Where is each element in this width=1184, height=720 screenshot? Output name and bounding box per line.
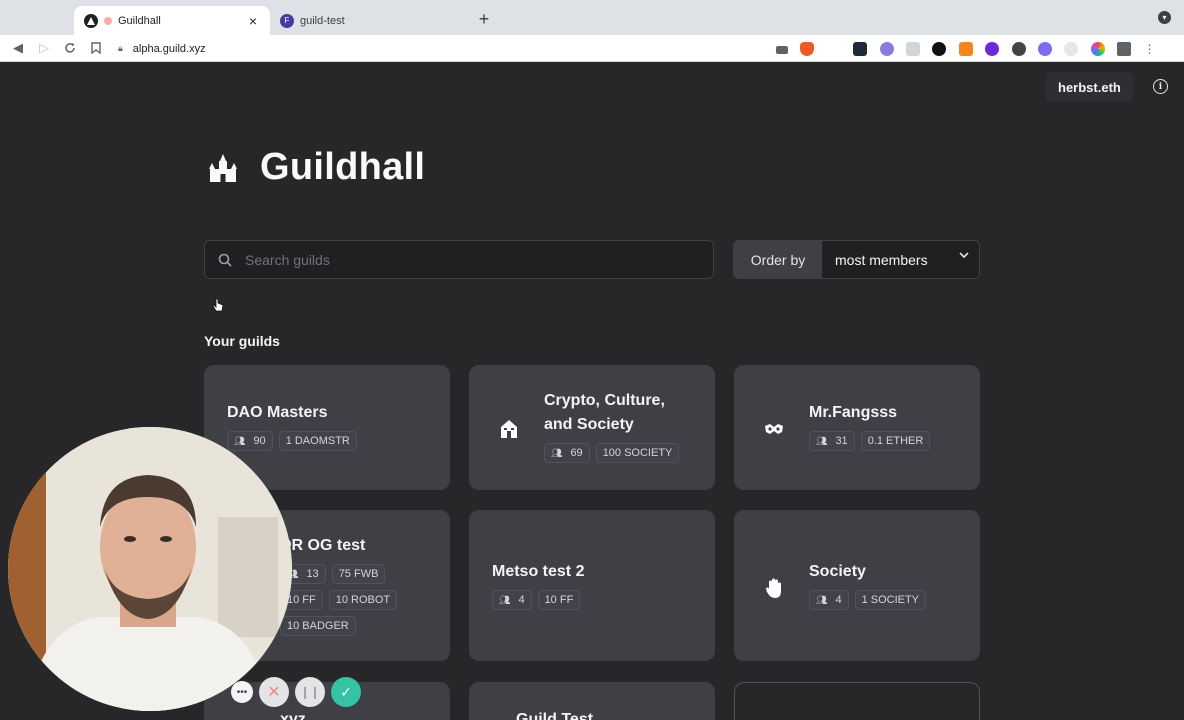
tab-search-icon[interactable]: ▾	[1158, 11, 1171, 24]
house-icon	[495, 415, 523, 443]
search-input[interactable]	[245, 251, 713, 268]
members-badge: 👥︎ 31	[809, 431, 855, 451]
light-extension-icon[interactable]	[1064, 42, 1079, 56]
guild-name: Mr.Fangsss	[809, 404, 898, 421]
guild-name: xyz	[280, 711, 306, 720]
requirement-tag: 75 FWB	[331, 564, 386, 584]
w-extension-icon[interactable]	[1011, 42, 1026, 56]
chevron-down-icon	[959, 251, 969, 262]
guild-name-line-2: and Society	[544, 416, 634, 433]
pause-recording-button[interactable]: ❙❙	[295, 677, 325, 707]
bookmark-icon[interactable]	[87, 39, 105, 57]
members-icon: 👥︎	[816, 594, 828, 605]
guild-name: DR OG test	[280, 537, 366, 554]
close-tab-icon[interactable]: ×	[246, 13, 260, 29]
purple-circle-icon[interactable]	[985, 42, 1000, 56]
members-icon: 👥︎	[551, 447, 563, 458]
requirement-tag: 0.1 ETHER	[860, 431, 931, 451]
members-count: 69	[570, 447, 583, 459]
requirement-tag: 100 SOCIETY	[595, 443, 680, 463]
colorful-extension-icon[interactable]	[879, 42, 894, 56]
order-selected-value: most members	[835, 251, 928, 268]
castle-icon	[209, 153, 237, 182]
blank-icon[interactable]	[826, 42, 841, 56]
requirement-tag: 10 BADGER	[280, 616, 356, 636]
members-badge: 👥︎ 4	[809, 590, 849, 610]
webcam-person-image	[8, 427, 292, 711]
brand: Guildhall	[208, 146, 425, 189]
camera-icon[interactable]	[776, 46, 788, 54]
info-icon[interactable]: i	[1153, 79, 1168, 94]
tab-strip: Guildhall × F guild-test + ▾	[0, 0, 1184, 35]
tab-guildhall[interactable]: Guildhall ×	[74, 6, 270, 35]
recording-controls: ••• ✕ ❙❙ ✓	[231, 677, 367, 707]
tab-guild-test[interactable]: F guild-test	[270, 6, 466, 35]
members-icon: 👥︎	[499, 594, 511, 605]
gear-extension-icon[interactable]	[1037, 42, 1052, 56]
order-control: Order by most members	[733, 240, 980, 279]
lock-icon: 🔒︎	[118, 43, 123, 53]
menu-icon[interactable]: ⋮	[1143, 42, 1155, 56]
members-icon: 👥︎	[816, 435, 828, 446]
recording-dot-icon	[104, 16, 112, 25]
requirement-tag: 10 ROBOT	[328, 590, 398, 610]
members-icon: 👥︎	[234, 435, 246, 446]
members-badge: 👥︎ 4	[492, 590, 532, 610]
url-text: alpha.guild.xyz	[132, 42, 206, 55]
members-badge: 👥︎ 69	[544, 443, 590, 463]
video-extension-icon[interactable]	[905, 42, 920, 56]
guild-name: DAO Masters	[227, 404, 328, 421]
back-icon[interactable]: ◀	[9, 39, 27, 57]
cancel-recording-button[interactable]: ✕	[259, 677, 289, 707]
tab-title: guild-test	[300, 14, 345, 27]
members-count: 90	[253, 435, 266, 447]
browser-toolbar: ◀ ▷ 🔒︎ alpha.guild.xyz ⋮	[0, 35, 1184, 62]
requirement-tag: 10 FF	[537, 590, 581, 610]
your-guilds-heading: Your guilds	[204, 333, 280, 349]
extensions-bar: ⋮	[776, 39, 1155, 59]
guild-name: Metso test 2	[492, 563, 585, 580]
color-wheel-icon[interactable]	[1090, 42, 1105, 56]
finish-recording-button[interactable]: ✓	[331, 677, 361, 707]
guild-name: Society	[809, 563, 866, 580]
ff-favicon-icon: F	[280, 13, 294, 28]
forward-icon[interactable]: ▷	[35, 39, 53, 57]
guild-card[interactable]: Society 👥︎ 4 1 SOCIETY	[734, 510, 980, 661]
create-guild-card[interactable]	[734, 682, 980, 720]
search-icon	[205, 253, 245, 267]
black-circle-icon[interactable]	[932, 42, 947, 56]
guild-card[interactable]: Guild Test	[469, 682, 715, 720]
puzzle-icon[interactable]	[1117, 42, 1132, 56]
members-count: 4	[835, 594, 842, 606]
more-options-button[interactable]: •••	[231, 681, 253, 703]
order-select[interactable]: most members	[822, 241, 979, 278]
metamask-icon[interactable]	[958, 42, 973, 56]
mask-icon	[760, 415, 788, 443]
mouse-cursor-icon	[212, 298, 224, 315]
guild-card[interactable]: Crypto, Culture, and Society 👥︎ 69 100 SO…	[469, 365, 715, 490]
new-tab-button[interactable]: +	[474, 9, 494, 30]
page-title: Guildhall	[260, 146, 426, 188]
members-badge: 👥︎ 90	[227, 431, 273, 451]
brave-icon[interactable]	[800, 42, 815, 56]
members-count: 13	[306, 568, 319, 580]
guild-card[interactable]: Metso test 2 👥︎ 4 10 FF	[469, 510, 715, 661]
account-button[interactable]: herbst.eth	[1046, 72, 1133, 102]
order-by-label: Order by	[734, 241, 822, 278]
tab-title: Guildhall	[118, 14, 161, 27]
webcam-overlay	[8, 427, 292, 711]
guild-card[interactable]: Mr.Fangsss 👥︎ 31 0.1 ETHER	[734, 365, 980, 490]
guild-name: Guild Test	[516, 711, 594, 720]
members-count: 4	[518, 594, 525, 606]
hand-icon	[760, 574, 788, 602]
search-box	[204, 240, 714, 279]
requirement-tag: 1 SOCIETY	[854, 590, 927, 610]
guild-favicon-icon	[84, 13, 98, 28]
dark-extension-icon[interactable]	[853, 42, 868, 56]
requirement-tag: 1 DAOMSTR	[278, 431, 357, 451]
reload-icon[interactable]	[61, 39, 79, 57]
address-bar[interactable]: 🔒︎ alpha.guild.xyz	[118, 38, 838, 59]
guild-name-line-1: Crypto, Culture,	[544, 392, 665, 409]
members-count: 31	[835, 435, 848, 447]
